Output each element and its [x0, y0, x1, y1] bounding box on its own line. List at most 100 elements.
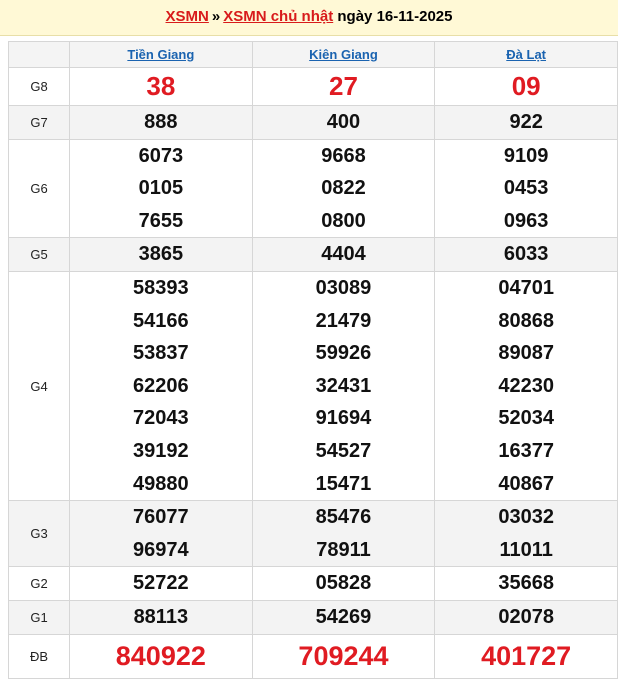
prize-cell: 54269	[251, 599, 436, 635]
prize-cell: 02078	[434, 599, 618, 635]
prize-row-g2: G2 52722 05828 35668	[8, 566, 618, 601]
prize-number: 09	[511, 71, 541, 101]
prize-number: 9668	[321, 144, 366, 167]
draw-date: ngày 16-11-2025	[337, 8, 453, 25]
prize-number: 400	[326, 111, 361, 133]
prize-label: G8	[8, 67, 70, 106]
prize-number: 76077	[133, 506, 189, 529]
prize-number: 888	[144, 111, 178, 133]
prize-number: 85476	[315, 506, 372, 529]
prize-number: 91694	[315, 407, 372, 430]
prize-number: 922	[509, 111, 543, 133]
prize-number: 7655	[138, 209, 184, 232]
province-link[interactable]: Tiền Giang	[127, 47, 194, 62]
prize-number: 35668	[498, 572, 554, 595]
province-header-row: Tiền Giang Kiên Giang Đà Lạt	[8, 41, 618, 68]
prize-number: 54527	[315, 439, 372, 462]
prize-number: 05828	[315, 572, 372, 595]
province-header: Đà Lạt	[434, 41, 618, 68]
prize-number: 15471	[315, 472, 372, 495]
prize-number: 6073	[138, 144, 184, 167]
prize-number: 62206	[133, 374, 189, 397]
prize-number: 53837	[133, 342, 189, 365]
prize-number: 709244	[298, 640, 389, 671]
xsmn-link[interactable]: XSMN	[166, 8, 209, 25]
prize-cell: 05828	[251, 566, 436, 601]
prize-row-g4: G4 58393 54166 53837 62206 72043 39192 49880 030…	[8, 270, 618, 502]
prize-cell: 76077 96974	[69, 500, 253, 568]
province-header: Tiền Giang	[69, 41, 253, 68]
prize-row-g3: G3 76077 96974 85476 78911 03032 11011	[8, 500, 618, 568]
prize-number: 9109	[503, 144, 549, 167]
prize-cell: 88113	[69, 599, 253, 635]
prize-number: 11011	[499, 538, 553, 561]
prize-cell: 27	[251, 67, 436, 106]
prize-rows: G8 38 27 09 G7 888 400 922 G6 6073 0105 7655 9668 082…	[8, 67, 618, 679]
prize-cell: 35668	[434, 566, 618, 601]
prize-number: 59926	[315, 342, 372, 365]
prize-number: 0453	[503, 177, 549, 200]
prize-number: 54166	[133, 309, 189, 332]
prize-label: G3	[8, 500, 70, 568]
prize-number: 0963	[503, 209, 549, 232]
prize-label: G7	[8, 105, 70, 140]
prize-row-g1: G1 88113 54269 02078	[8, 599, 618, 635]
prize-number: 32431	[315, 374, 372, 397]
prize-number: 54269	[315, 605, 372, 628]
province-header: Kiên Giang	[251, 41, 436, 68]
prize-number: 27	[329, 71, 358, 101]
prize-label: G6	[8, 138, 70, 239]
prize-number: 4404	[321, 243, 366, 266]
prize-cell: 38	[69, 67, 253, 106]
prize-label: G5	[8, 237, 70, 272]
prize-number: 39192	[133, 439, 189, 462]
province-link[interactable]: Đà Lạt	[506, 47, 546, 62]
prize-row-g5: G5 3865 4404 6033	[8, 237, 618, 272]
xsmn-sunday-link[interactable]: XSMN chủ nhật	[223, 8, 333, 25]
results-header: XSMN» XSMN chủ nhật ngày 16-11-2025	[0, 0, 618, 36]
prize-number: 40867	[498, 472, 554, 495]
prize-number: 3865	[138, 243, 184, 266]
prize-number: 03032	[498, 506, 554, 529]
lottery-results-table: Tiền Giang Kiên Giang Đà Lạt G8 38 27 09 G7 8…	[8, 41, 618, 679]
prize-number: 02078	[498, 605, 554, 628]
prize-number: 16377	[498, 439, 554, 462]
prize-number: 04701	[498, 276, 554, 299]
prize-number: 0800	[321, 209, 366, 232]
prize-number: 89087	[498, 342, 554, 365]
prize-number: 72043	[133, 407, 189, 430]
prize-number: 52722	[133, 572, 189, 595]
prize-cell: 85476 78911	[251, 500, 436, 568]
prize-cell: 400	[251, 105, 436, 140]
prize-number: 58393	[133, 276, 189, 299]
prize-label: G4	[8, 270, 70, 502]
prize-cell: 58393 54166 53837 62206 72043 39192 49880	[69, 270, 253, 502]
prize-number: 401727	[481, 640, 572, 671]
prize-number: 88113	[133, 605, 189, 628]
prize-number: 38	[146, 71, 176, 101]
prize-cell: 3865	[69, 237, 253, 272]
province-link[interactable]: Kiên Giang	[309, 47, 378, 62]
prize-cell: 03089 21479 59926 32431 91694 54527 15471	[251, 270, 436, 502]
prize-number: 52034	[498, 407, 554, 430]
prize-cell: 6073 0105 7655	[69, 138, 253, 239]
prize-row-g8: G8 38 27 09	[8, 67, 618, 106]
prize-cell: 4404	[251, 237, 436, 272]
prize-number: 21479	[315, 309, 372, 332]
prize-row-g7: G7 888 400 922	[8, 105, 618, 140]
prize-cell: 922	[434, 105, 618, 140]
prize-row-đb: ĐB 840922 709244 401727	[8, 633, 618, 679]
prize-cell: 888	[69, 105, 253, 140]
prize-number: 42230	[498, 374, 554, 397]
prize-label: G1	[8, 599, 70, 635]
prize-cell: 709244	[251, 633, 436, 679]
prize-cell: 52722	[69, 566, 253, 601]
prize-number: 78911	[316, 538, 371, 561]
breadcrumb-separator: »	[211, 8, 221, 25]
prize-number: 80868	[498, 309, 554, 332]
prize-label: ĐB	[8, 633, 70, 679]
prize-cell: 09	[434, 67, 618, 106]
prize-label: G2	[8, 566, 70, 601]
prize-number: 840922	[115, 640, 206, 671]
prize-cell: 03032 11011	[434, 500, 618, 568]
